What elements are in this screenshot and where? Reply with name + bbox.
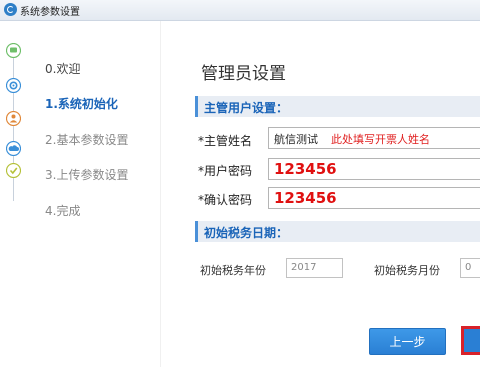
- step-finish[interactable]: 4.完成: [45, 202, 80, 219]
- manager-name-value: 航信测试: [274, 133, 318, 146]
- wizard-sidebar: 0.欢迎 1.系统初始化 2.基本参数设置 3.上传参数设置 4.完成: [0, 21, 160, 367]
- sidebar-divider: [160, 21, 161, 367]
- password-label: *用户密码: [198, 164, 253, 178]
- step-welcome[interactable]: 0.欢迎: [45, 60, 80, 77]
- password-input[interactable]: 123456: [268, 158, 480, 180]
- section-header-tax: 初始税务日期：: [195, 221, 480, 242]
- step-upload-params[interactable]: 3.上传参数设置: [45, 166, 128, 183]
- app-logo-icon: [4, 3, 17, 16]
- tax-month-input[interactable]: 0: [460, 258, 480, 278]
- tax-year-value: 2017: [291, 262, 317, 273]
- section-title-user: 主管用户设置：: [204, 101, 289, 115]
- chat-icon: [6, 43, 21, 58]
- password-value: 123456: [274, 160, 337, 178]
- title-bar: 系统参数设置: [0, 0, 480, 21]
- tax-year-input[interactable]: 2017: [286, 258, 343, 278]
- next-step-button[interactable]: [461, 326, 480, 355]
- confirm-password-label: *确认密码: [198, 193, 253, 207]
- window-title: 系统参数设置: [20, 7, 80, 18]
- user-icon: [6, 111, 21, 126]
- confirm-password-input[interactable]: 123456: [268, 187, 480, 209]
- section-title-tax: 初始税务日期：: [204, 226, 289, 240]
- manager-name-label: *主管姓名: [198, 134, 253, 148]
- step-connector-line: [13, 51, 14, 201]
- confirm-password-value: 123456: [274, 189, 337, 207]
- section-header-user: 主管用户设置：: [195, 96, 480, 117]
- prev-step-button[interactable]: 上一步: [369, 328, 446, 355]
- page-title: 管理员设置: [201, 64, 286, 84]
- manager-name-hint: 此处填写开票人姓名: [331, 133, 430, 146]
- step-system-init[interactable]: 1.系统初始化: [45, 95, 118, 112]
- cloud-icon: [6, 141, 21, 156]
- check-icon: [6, 163, 21, 178]
- tax-month-label: 初始税务月份: [374, 264, 440, 277]
- manager-name-input[interactable]: 航信测试 此处填写开票人姓名: [268, 127, 480, 149]
- tax-year-label: 初始税务年份: [200, 264, 266, 277]
- tax-month-value: 0: [465, 262, 472, 273]
- gear-icon: [6, 78, 21, 93]
- step-basic-params[interactable]: 2.基本参数设置: [45, 131, 128, 148]
